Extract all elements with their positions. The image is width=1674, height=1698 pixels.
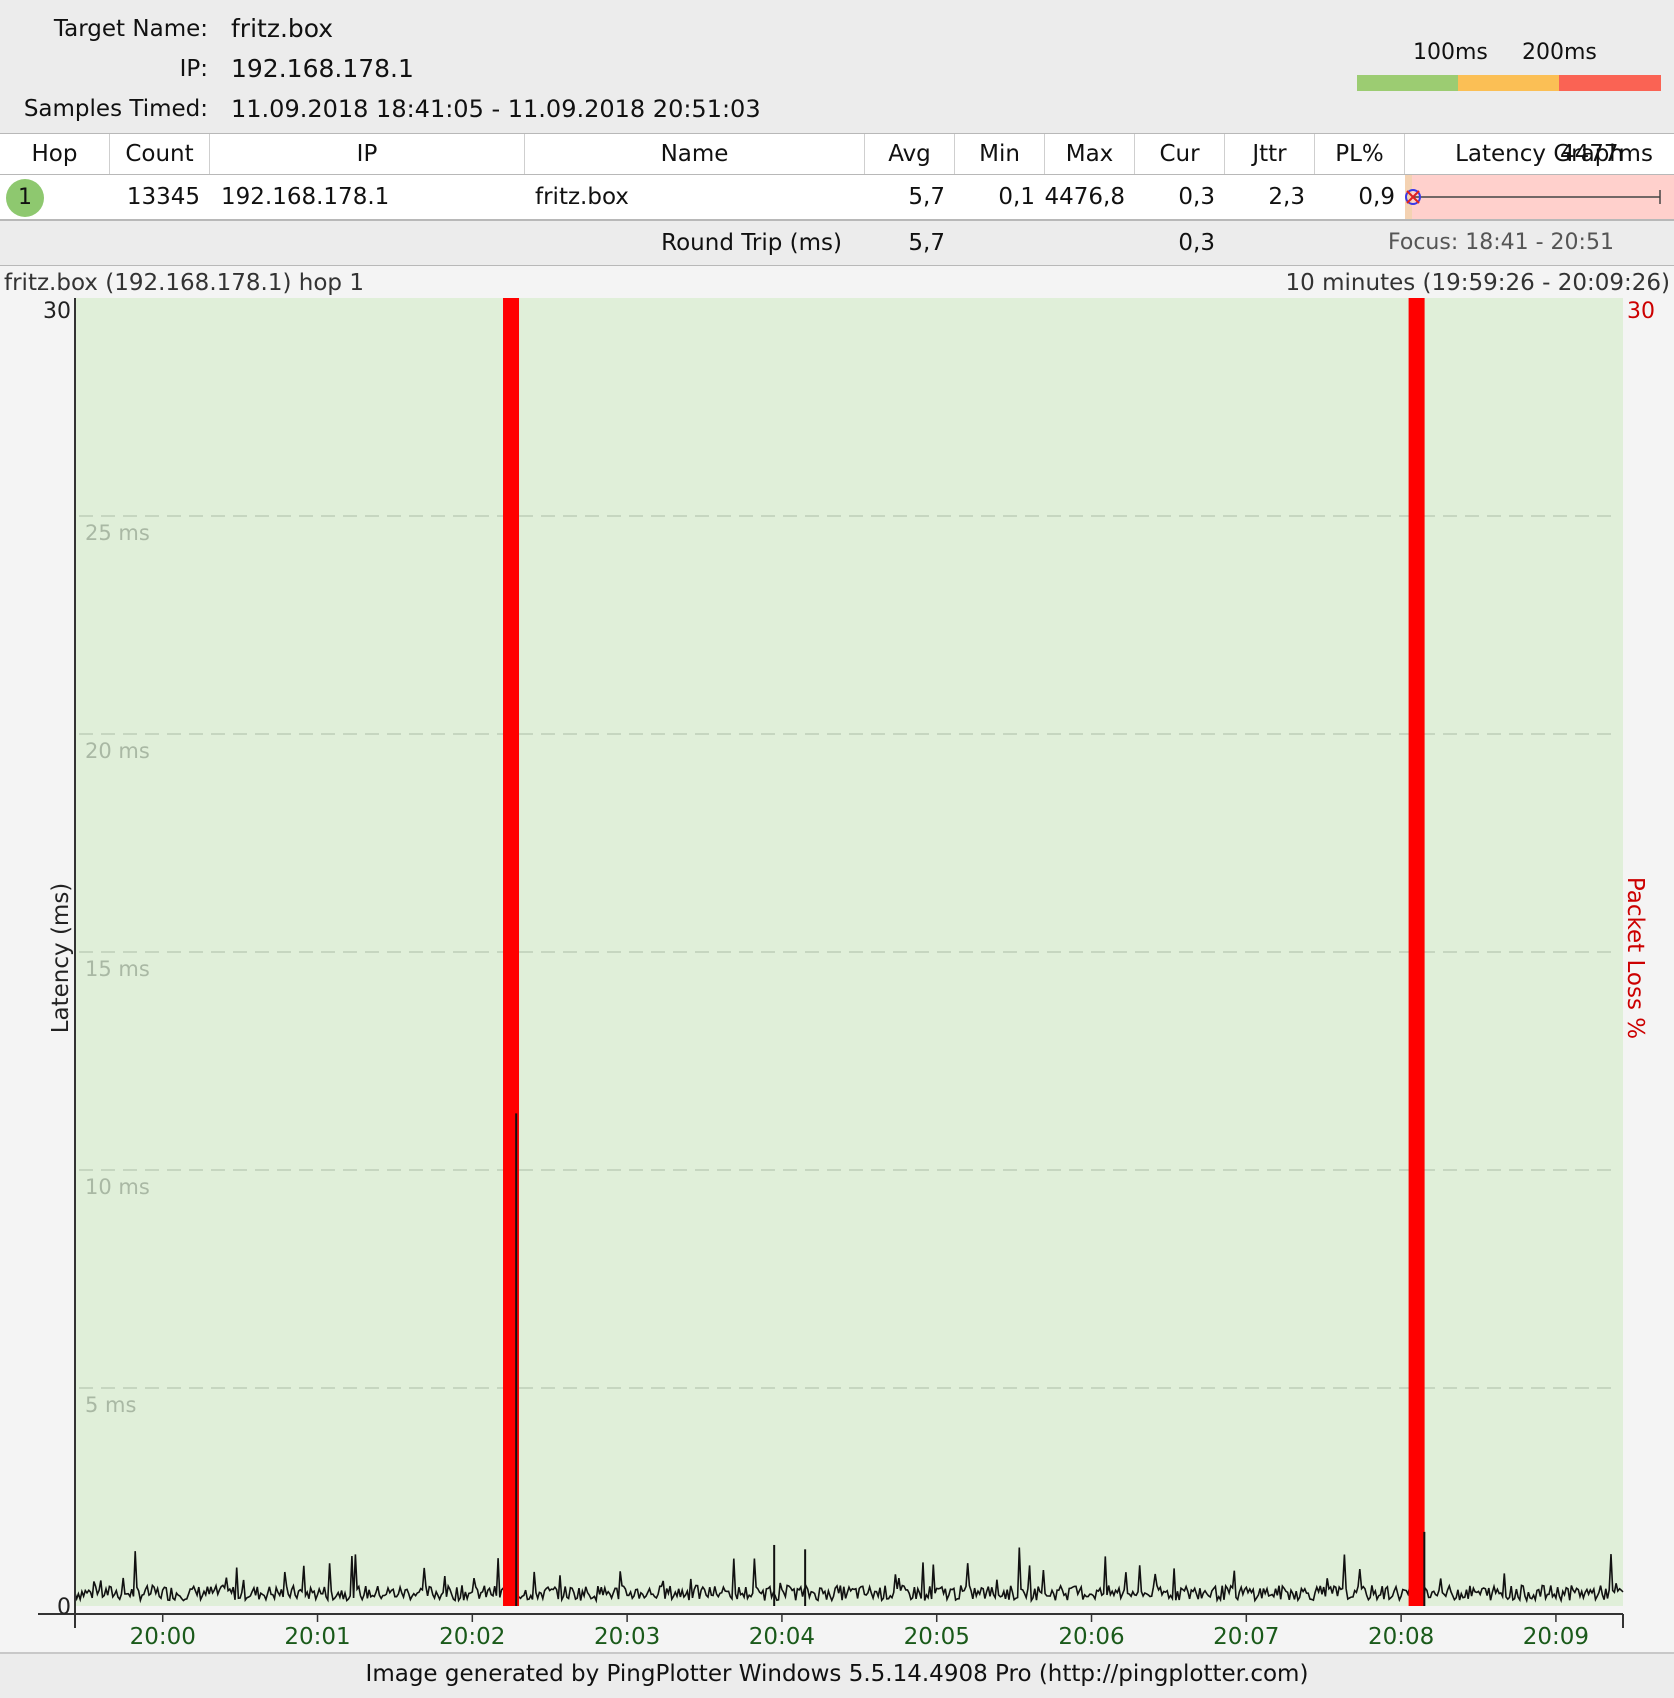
col-count[interactable]: Count [110,134,210,174]
legend-bar-red [1559,75,1661,91]
x-tick-label: 20:04 [749,1624,815,1650]
packet-loss-bar [1408,298,1425,1606]
footer-credit: Image generated by PingPlotter Windows 5… [0,1652,1674,1698]
round-trip-label: Round Trip (ms) [661,230,842,256]
cell-count: 13345 [126,184,200,210]
x-tick-label: 20:05 [904,1624,970,1650]
y2-axis-title: Packet Loss % [1622,877,1648,1039]
col-pl[interactable]: PL% [1315,134,1405,174]
gridline-label: 25 ms [85,521,150,545]
gridline-label: 15 ms [85,957,150,981]
y-axis-title: Latency (ms) [48,883,74,1034]
x-tick-label: 20:03 [594,1624,660,1650]
gridline-label: 10 ms [85,1175,150,1199]
x-tick-label: 20:07 [1213,1624,1279,1650]
col-min[interactable]: Min [955,134,1045,174]
latency-graph-panel: fritz.box (192.168.178.1) hop 1 10 minut… [0,266,1674,1652]
cell-name: fritz.box [535,184,629,210]
target-name-label: Target Name: [53,16,208,42]
legend-label-200ms: 200ms [1522,40,1597,65]
y-axis-max-label: 30 [43,299,71,324]
ip-label: IP: [179,56,208,82]
cell-jttr: 2,3 [1268,184,1305,210]
legend-bar-green [1357,75,1458,91]
col-hop[interactable]: Hop [0,134,110,174]
legend-bar-orange [1458,75,1559,91]
cell-avg: 5,7 [908,184,945,210]
col-ip[interactable]: IP [210,134,525,174]
samples-timed-label: Samples Timed: [23,96,208,122]
mini-latency-graph [1405,175,1674,219]
cell-max: 4476,8 [1044,184,1125,210]
y-axis-min-label: 0 [57,1595,71,1620]
y2-axis-max-label: 30 [1627,299,1655,324]
round-trip-row: Round Trip (ms) 5,7 0,3 Focus: 18:41 - 2… [0,221,1674,267]
x-tick-label: 20:08 [1368,1624,1434,1650]
gridline-label: 20 ms [85,739,150,763]
x-tick-label: 20:00 [130,1624,196,1650]
x-tick-label: 20:06 [1058,1624,1124,1650]
round-trip-avg: 5,7 [908,230,945,256]
ip-value: 192.168.178.1 [231,54,414,83]
focus-range[interactable]: Focus: 18:41 - 20:51 [1388,221,1668,265]
x-tick-label: 20:09 [1523,1624,1589,1650]
col-name[interactable]: Name [525,134,865,174]
legend-label-100ms: 100ms [1413,40,1488,65]
hop-number-badge: 1 [6,179,44,217]
cell-min: 0,1 [998,184,1035,210]
target-name-value: fritz.box [231,14,334,43]
cell-cur: 0,3 [1178,184,1215,210]
gridline-label: 5 ms [85,1393,136,1417]
col-max[interactable]: Max [1045,134,1135,174]
table-row[interactable]: 1 13345 192.168.178.1 fritz.box 5,7 0,1 … [0,175,1674,221]
x-tick-label: 20:01 [284,1624,350,1650]
col-avg[interactable]: Avg [865,134,955,174]
col-cur[interactable]: Cur [1135,134,1225,174]
cell-pl: 0,9 [1358,184,1395,210]
graph-scale-label: 4477ms [1560,141,1653,167]
x-tick-label: 20:02 [439,1624,505,1650]
latency-chart[interactable]: 25 ms 20 ms 15 ms 10 ms 5 ms 20:00 20:01 20:02… [0,266,1674,1652]
samples-timed-value: 11.09.2018 18:41:05 - 11.09.2018 20:51:0… [231,95,761,123]
table-header: Hop Count IP Name Avg Min Max Cur Jttr P… [0,133,1674,176]
round-trip-cur: 0,3 [1178,230,1215,256]
cell-ip: 192.168.178.1 [221,184,390,210]
col-jttr[interactable]: Jttr [1225,134,1315,174]
